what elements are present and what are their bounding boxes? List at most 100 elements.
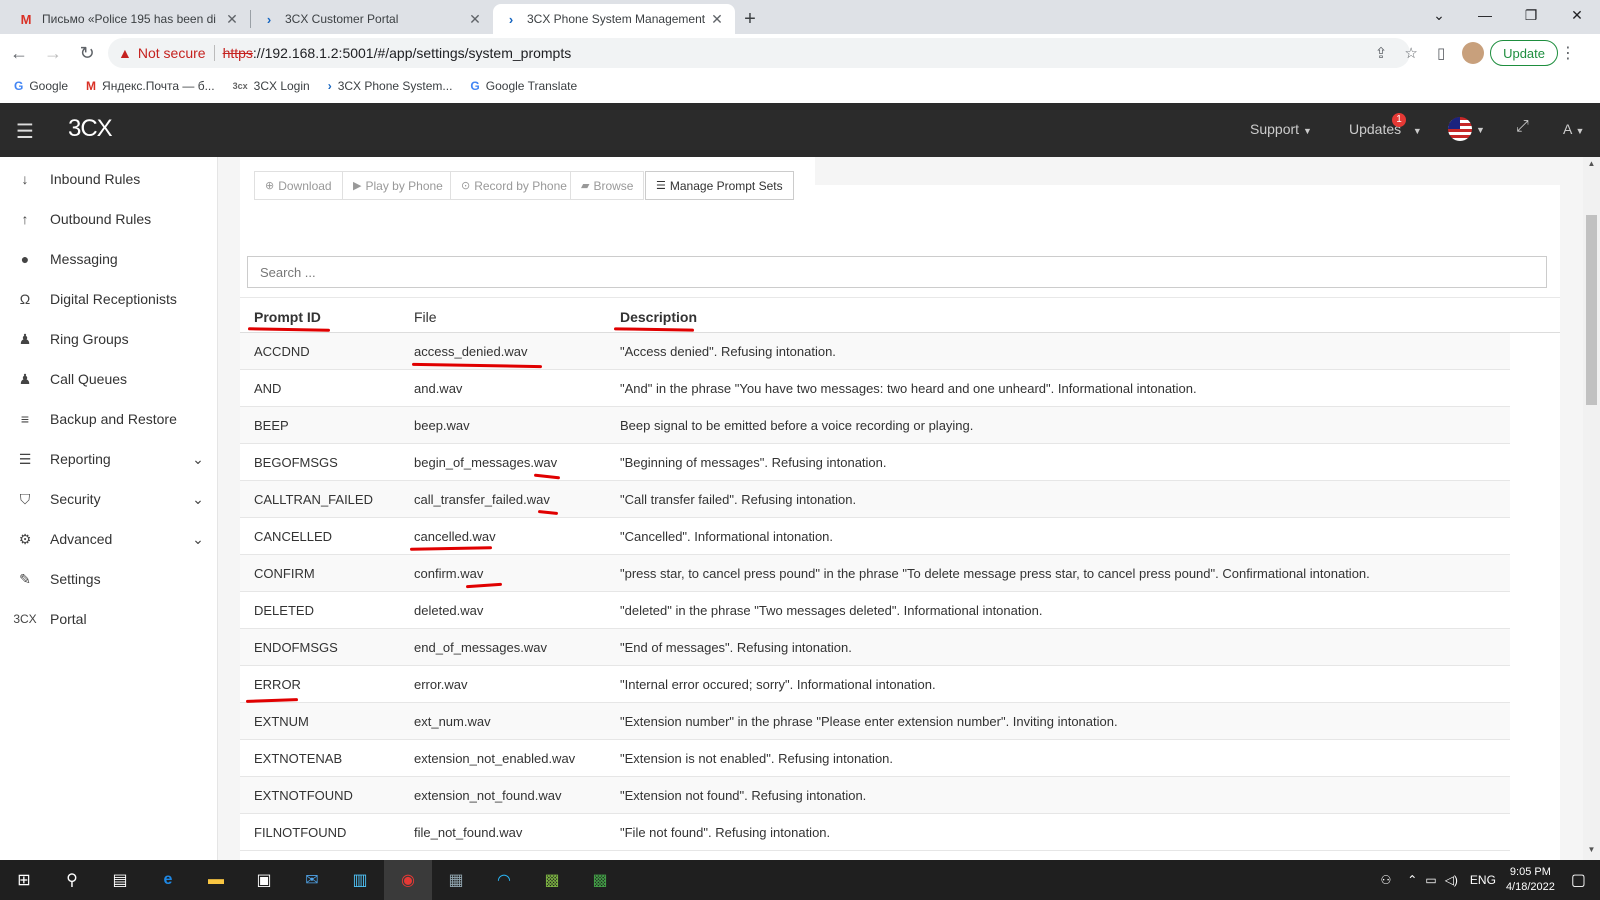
search-icon[interactable]: ⚲ [48, 860, 96, 900]
mail-icon[interactable]: ✉ [288, 860, 336, 900]
clock[interactable]: 9:05 PM 4/18/2022 [1506, 865, 1555, 895]
back-icon[interactable]: ← [4, 38, 34, 68]
green-app-icon-2[interactable]: ▩ [576, 860, 624, 900]
scroll-down-icon[interactable]: ▼ [1583, 845, 1600, 859]
chrome-icon[interactable]: ◉ [384, 860, 432, 900]
us-flag-icon[interactable] [1448, 117, 1472, 141]
security-label[interactable]: Not secure [138, 45, 206, 61]
sidebar-item-portal[interactable]: 3CX Portal [0, 599, 218, 639]
updates-badge: 1 [1392, 113, 1406, 127]
record-by-phone-button[interactable]: ⊙ Record by Phone [450, 171, 578, 200]
description: "File not found". Refusing intonation. [620, 825, 831, 840]
wifi-app-icon[interactable]: ◠ [480, 860, 528, 900]
sidebar-item-messaging[interactable]: ● Messaging [0, 239, 218, 279]
support-menu[interactable]: Support ▼ [1250, 121, 1312, 137]
table-row[interactable]: CONFIRM confirm.wav "press star, to cancel… [240, 555, 1510, 592]
network-icon[interactable]: ▭ [1425, 873, 1436, 887]
fullscreen-icon[interactable]: ⤢ [1516, 118, 1529, 136]
sidebar: ↓ Inbound Rules ↑ Outbound Rules ● Messagin… [0, 157, 218, 860]
chevron-down-icon[interactable]: ⌄ [178, 491, 218, 508]
sidebar-item-advanced[interactable]: ⚙ Advanced ⌄ [0, 519, 218, 559]
profile-avatar[interactable] [1462, 42, 1485, 64]
table-row[interactable]: DELETED deleted.wav "deleted" in the phras… [240, 592, 1510, 629]
sidebar-item-call-queues[interactable]: ♟ Call Queues [0, 359, 218, 399]
chevron-down-icon[interactable]: ⌄ [178, 531, 218, 548]
close-icon[interactable]: ✕ [467, 11, 483, 28]
sidebar-item-backup-and-restore[interactable]: ≡ Backup and Restore [0, 399, 218, 439]
close-icon[interactable]: ✕ [709, 11, 725, 28]
updates-menu[interactable]: Updates ▼ [1349, 121, 1422, 137]
table-row[interactable]: ENDOFMSGS end_of_messages.wav "End of mess… [240, 629, 1510, 666]
sidebar-item-reporting[interactable]: ☰ Reporting ⌄ [0, 439, 218, 479]
chevron-down-icon[interactable]: ⌄ [178, 451, 218, 468]
bookmark-3cx-phone-system[interactable]: › 3CX Phone System... [328, 79, 453, 93]
tab-gmail[interactable]: M Письмо «Police 195 has been di ✕ [8, 4, 250, 34]
forward-icon[interactable]: → [38, 38, 68, 68]
sidebar-item-security[interactable]: ⛉ Security ⌄ [0, 479, 218, 519]
windows-start-icon[interactable]: ⊞ [0, 860, 48, 900]
table-row[interactable]: EXTNUM ext_num.wav "Extension number" in t… [240, 703, 1510, 740]
people-icon[interactable]: ⚇ [1381, 873, 1392, 887]
table-row[interactable]: EXTNOTFOUND extension_not_found.wav "Exten… [240, 777, 1510, 814]
column-header-description[interactable]: Description [620, 309, 697, 325]
bookmark-google[interactable]: G Google [14, 79, 68, 93]
table-row[interactable]: ERROR error.wav "Internal error occured; s… [240, 666, 1510, 703]
table-row[interactable]: BEGOFMSGS begin_of_messages.wav "Beginning… [240, 444, 1510, 481]
close-window-icon[interactable]: ✕ [1554, 0, 1600, 30]
description: "Extension is not enabled". Refusing int… [620, 751, 894, 766]
update-button[interactable]: Update [1490, 40, 1558, 66]
caret-down-icon[interactable]: ▼ [1476, 125, 1485, 135]
file-explorer-icon[interactable]: ▬ [192, 860, 240, 900]
app-icon[interactable]: ▥ [336, 860, 384, 900]
3cx-app-icon[interactable]: ▦ [432, 860, 480, 900]
column-header-prompt-id[interactable]: Prompt ID [254, 309, 321, 325]
scroll-up-icon[interactable]: ▲ [1583, 159, 1600, 173]
task-view-icon[interactable]: ▤ [96, 860, 144, 900]
new-tab-button[interactable]: + [735, 4, 765, 34]
table-row[interactable]: EXTNOTENAB extension_not_enabled.wav "Exte… [240, 740, 1510, 777]
menu-icon[interactable]: ⋮ [1558, 43, 1578, 63]
sidebar-item-digital-receptionists[interactable]: Ω Digital Receptionists [0, 279, 218, 319]
tab-customer-portal[interactable]: › 3CX Customer Portal ✕ [251, 4, 493, 34]
table-row[interactable]: FILNOTFOUND file_not_found.wav "File not f… [240, 814, 1510, 851]
browse-button[interactable]: ▰ Browse [570, 171, 645, 200]
user-menu[interactable]: A ▼ [1563, 121, 1584, 137]
sidebar-item-inbound-rules[interactable]: ↓ Inbound Rules [0, 159, 218, 199]
sidebar-item-settings[interactable]: ✎ Settings [0, 559, 218, 599]
url-field[interactable]: ▲ Not secure https ://192.168.1.2:5001/#… [108, 38, 1410, 68]
sidebar-item-outbound-rules[interactable]: ↑ Outbound Rules [0, 199, 218, 239]
play-by-phone-button[interactable]: ▶ Play by Phone [342, 171, 454, 200]
search-input[interactable] [247, 256, 1547, 288]
scroll-thumb[interactable] [1586, 215, 1597, 405]
store-icon[interactable]: ▣ [240, 860, 288, 900]
side-panel-icon[interactable]: ▯ [1426, 44, 1456, 62]
table-row[interactable]: AND and.wav "And" in the phrase "You have … [240, 370, 1510, 407]
bookmark-google-translate[interactable]: G Google Translate [470, 79, 577, 93]
minimize-icon[interactable]: — [1462, 0, 1508, 30]
edge-icon[interactable]: e [144, 860, 192, 900]
table-row[interactable]: CALLTRAN_FAILED call_transfer_failed.wav "… [240, 481, 1510, 518]
green-app-icon[interactable]: ▩ [528, 860, 576, 900]
share-icon[interactable]: ⇪ [1366, 44, 1396, 62]
file-name: file_not_found.wav [414, 825, 523, 840]
table-row[interactable]: BEEP beep.wav Beep signal to be emitted be… [240, 407, 1510, 444]
close-icon[interactable]: ✕ [224, 11, 240, 28]
hamburger-icon[interactable]: ☰ [16, 119, 34, 144]
volume-icon[interactable]: ◁) [1445, 873, 1458, 887]
bookmark-3cx-login[interactable]: 3cx 3CX Login [233, 79, 310, 93]
manage-prompt-sets-button[interactable]: ☰ Manage Prompt Sets [645, 171, 794, 200]
page-scrollbar[interactable]: ▲ ▼ [1583, 157, 1600, 860]
notifications-icon[interactable]: ▢ [1571, 870, 1586, 890]
sidebar-item-ring-groups[interactable]: ♟ Ring Groups [0, 319, 218, 359]
bookmark-yandex-mail[interactable]: M Яндекс.Почта — б... [86, 79, 215, 93]
restore-icon[interactable]: ❐ [1508, 0, 1554, 30]
column-header-file[interactable]: File [414, 309, 437, 325]
star-icon[interactable]: ☆ [1396, 44, 1426, 62]
tab-search-icon[interactable]: ⌄ [1416, 0, 1462, 30]
download-button[interactable]: ⊕ Download [254, 171, 343, 200]
download-label: Download [278, 178, 332, 193]
reload-icon[interactable]: ↻ [72, 38, 102, 68]
tab-phone-system[interactable]: › 3CX Phone System Management ✕ [493, 4, 735, 34]
chevron-up-icon[interactable]: ⌃ [1407, 873, 1417, 887]
language-indicator[interactable]: ENG [1470, 873, 1496, 887]
